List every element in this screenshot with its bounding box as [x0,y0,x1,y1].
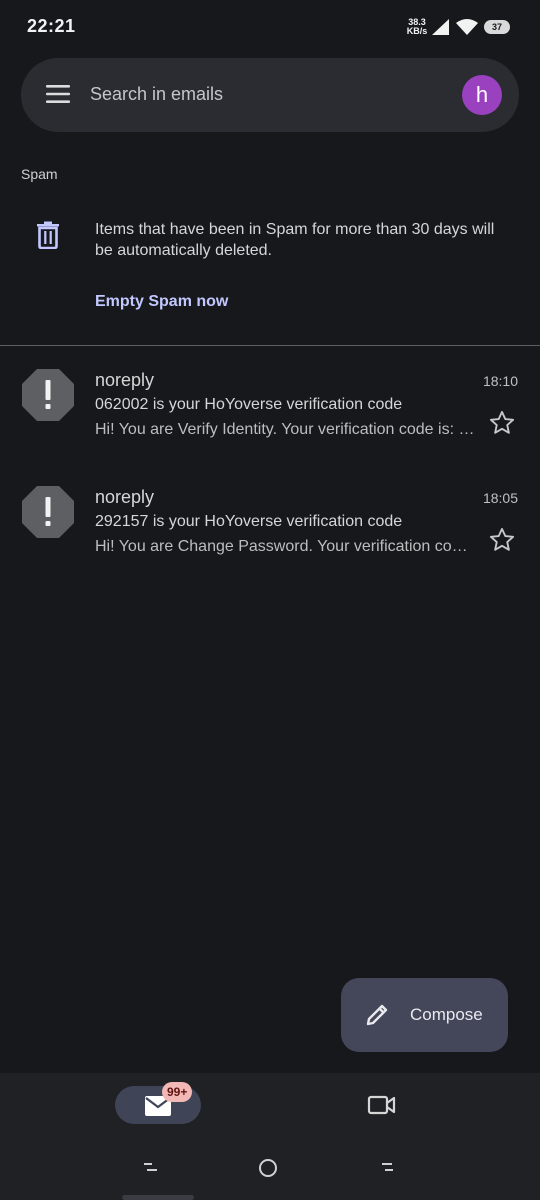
video-camera-icon[interactable] [367,1093,397,1117]
email-time: 18:05 [482,490,518,506]
email-sender: noreply [95,370,155,390]
email-subject: 062002 is your HoYoverse verification co… [95,396,403,413]
network-speed-unit: KB/s [406,26,428,36]
email-sender: noreply [95,487,155,507]
wifi-icon [456,19,478,35]
email-snippet: Hi! You are Change Password. Your verifi… [95,538,475,555]
email-subject: 292157 is your HoYoverse verification co… [95,513,403,530]
status-time: 22:21 [27,16,76,36]
network-speed: 38.3 KB/s [404,18,430,36]
divider [0,345,540,346]
folder-title: Spam [21,166,58,182]
compose-label: Compose [410,1005,483,1024]
pencil-icon [366,1004,388,1026]
email-time: 18:10 [482,373,518,389]
spam-warning-icon [22,486,74,538]
unread-count-badge: 99+ [162,1082,193,1102]
empty-spam-button[interactable]: Empty Spam now [95,293,228,311]
search-input[interactable]: Search in emails [90,84,223,105]
star-icon[interactable] [488,526,516,554]
signal-icon [432,19,449,35]
star-icon[interactable] [488,409,516,437]
home-indicator [122,1195,194,1200]
system-home-icon[interactable] [259,1159,277,1177]
trash-icon [37,221,59,249]
account-avatar[interactable]: h [462,75,502,115]
spam-retention-notice: Items that have been in Spam for more th… [95,221,495,259]
menu-icon[interactable] [44,83,72,105]
battery-indicator: 37 [484,20,510,34]
bottom-navigation [0,1073,540,1200]
system-back-icon[interactable] [144,1160,158,1174]
system-recents-icon[interactable] [380,1160,394,1174]
spam-warning-icon [22,369,74,421]
email-snippet: Hi! You are Verify Identity. Your verifi… [95,421,475,438]
